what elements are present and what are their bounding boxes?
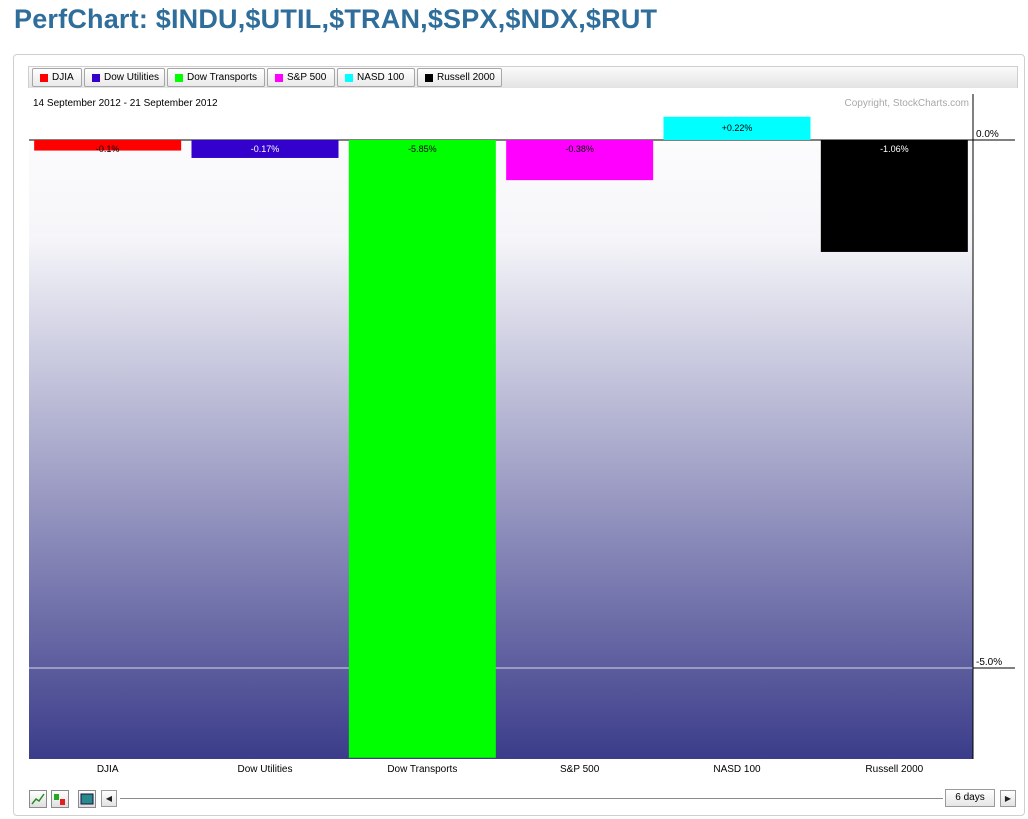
bar xyxy=(820,140,968,252)
y-axis-ticks: 0.0% -5.0% xyxy=(973,129,1015,669)
bar-value-label: -1.06% xyxy=(880,144,909,154)
category-label: S&P 500 xyxy=(560,764,600,775)
category-label: DJIA xyxy=(97,764,119,775)
scroll-right-button[interactable]: ▶ xyxy=(1000,790,1016,807)
line-chart-icon-glyph xyxy=(31,793,45,805)
y-tick-label: 0.0% xyxy=(976,129,999,140)
bar-value-label: -0.1% xyxy=(96,144,120,154)
histogram-icon[interactable] xyxy=(51,790,69,808)
line-chart-icon[interactable] xyxy=(29,790,47,808)
y-tick-label: -5.0% xyxy=(976,657,1002,668)
time-scrollbar[interactable] xyxy=(120,798,943,799)
scroll-left-button[interactable]: ◀ xyxy=(101,790,117,807)
bar-chart-icon-glyph xyxy=(80,793,94,805)
period-selector[interactable]: 6 days xyxy=(945,789,995,807)
copyright-label: Copyright, StockCharts.com xyxy=(845,98,970,109)
date-range-label: 14 September 2012 - 21 September 2012 xyxy=(33,98,218,109)
category-labels: DJIA Dow Utilities Dow Transports S&P 500 NA… xyxy=(97,764,924,775)
bar-value-label: -0.17% xyxy=(251,144,280,154)
bar-value-label: -0.38% xyxy=(565,144,594,154)
category-label: Russell 2000 xyxy=(865,764,923,775)
bar xyxy=(348,140,496,758)
category-label: NASD 100 xyxy=(713,764,761,775)
bar-value-label: +0.22% xyxy=(722,123,753,133)
category-label: Dow Transports xyxy=(387,764,457,775)
perf-chart: 14 September 2012 - 21 September 2012 Co… xyxy=(29,88,1015,775)
category-label: Dow Utilities xyxy=(237,764,292,775)
bar-value-label: -5.85% xyxy=(408,144,437,154)
plot-header-strip xyxy=(29,88,973,140)
histogram-icon-glyph xyxy=(54,794,65,805)
bar-chart-icon[interactable] xyxy=(78,790,96,808)
